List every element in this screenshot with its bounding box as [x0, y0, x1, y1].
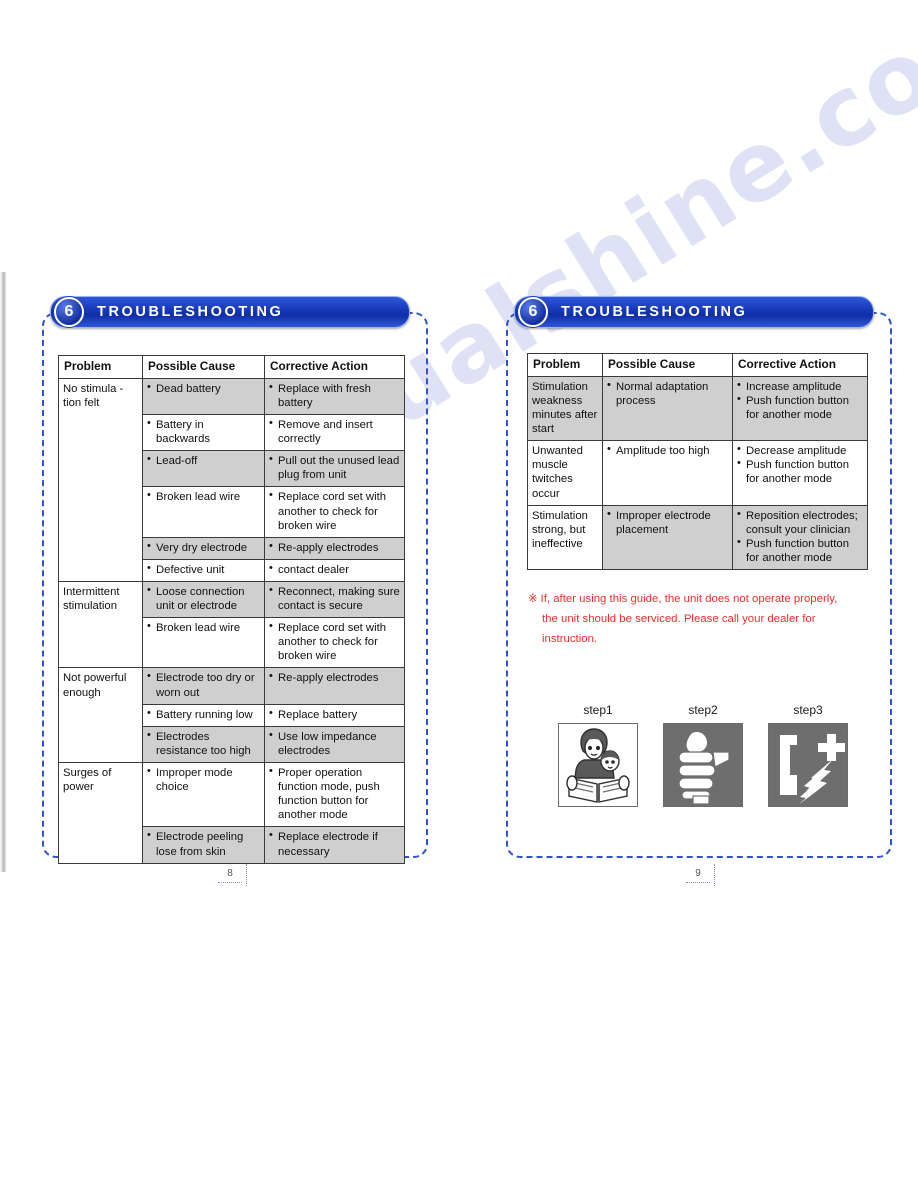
action-cell: Replace electrode if necessary [264, 826, 405, 864]
column-header-possible-cause: Possible Cause [142, 355, 265, 379]
page-number-value: 8 [227, 868, 233, 879]
action-cell: Remove and insert correctly [264, 413, 405, 452]
cause-cell: Loose connection unit or electrode [142, 580, 265, 619]
emergency-phone-icon [768, 723, 848, 807]
cause-cell: Dead battery [142, 377, 265, 415]
section-number-badge: 6 [518, 297, 548, 327]
section-title: TROUBLESHOOTING [97, 304, 284, 320]
section-number-badge: 6 [54, 297, 84, 327]
problem-cell: Not powerful enough [58, 667, 143, 764]
table-row: Intermittent stimulation Loose connectio… [58, 580, 405, 669]
column-header-corrective-action: Corrective Action [732, 353, 868, 377]
step-1-label: step1 [583, 703, 613, 717]
action-cell: Re-apply electrodes [264, 536, 405, 560]
section-title: TROUBLESHOOTING [561, 304, 748, 320]
page-number-right: 9 [686, 864, 715, 886]
cause-cell: Electrode too dry or worn out [142, 667, 265, 705]
problem-cell: Stimulation strong, but ineffective [527, 504, 603, 571]
cause-cell: Battery running low [142, 703, 265, 727]
cause-cell: Defective unit [142, 558, 265, 582]
right-section-banner: 6 TROUBLESHOOTING [514, 296, 874, 328]
action-cell: Replace with fresh battery [264, 377, 405, 415]
page-number-value: 9 [695, 868, 701, 879]
table-row: Stimulation weakness minutes after start… [527, 375, 868, 442]
note-line-3: instruction. [542, 632, 598, 645]
problem-cell: Unwanted muscle twitches occur [527, 440, 603, 506]
page-number-rule [714, 864, 715, 886]
action-cell: Reposition electrodes; consult your clin… [732, 504, 868, 571]
scan-edge-artifact [0, 272, 7, 872]
step-3-label: step3 [793, 703, 823, 717]
cause-cell: Normal adaptation process [602, 375, 733, 442]
hand-electrode-icon [663, 723, 743, 807]
table-row: Surges of power Improper mode choice Pro… [58, 762, 405, 864]
action-cell: contact dealer [264, 558, 405, 582]
reference-mark-icon: ※ [528, 593, 538, 605]
action-cell: Pull out the unused lead plug from unit [264, 450, 405, 488]
note-line-1: If, after using this guide, the unit doe… [540, 593, 838, 605]
left-section-banner: 6 TROUBLESHOOTING [50, 296, 410, 328]
cause-cell: Battery in backwards [142, 413, 265, 452]
action-cell: Re-apply electrodes [264, 667, 405, 705]
table-header-row: Problem Possible Cause Corrective Action [527, 353, 868, 377]
step-3: step3 [768, 703, 848, 807]
service-note: ※ If, after using this guide, the unit do… [528, 590, 873, 650]
step-1: step1 [558, 703, 638, 807]
problem-cell: No stimula - tion felt [58, 377, 143, 582]
step-2-label: step2 [688, 703, 718, 717]
column-header-problem: Problem [58, 355, 143, 379]
cause-cell: Electrode peeling lose from skin [142, 826, 265, 864]
problem-cell: Surges of power [58, 762, 143, 864]
note-line-2: the unit should be serviced. Please call… [542, 612, 816, 625]
page-number-rule [246, 864, 247, 886]
column-header-problem: Problem [527, 353, 603, 377]
column-header-corrective-action: Corrective Action [264, 355, 405, 379]
column-header-possible-cause: Possible Cause [602, 353, 733, 377]
table-row: Not powerful enough Electrode too dry or… [58, 667, 405, 764]
table-row: Unwanted muscle twitches occur Amplitude… [527, 440, 868, 506]
troubleshooting-table-right: Problem Possible Cause Corrective Action… [527, 353, 868, 571]
cause-cell: Broken lead wire [142, 617, 265, 669]
action-cell: Replace cord set with another to check f… [264, 617, 405, 669]
cause-cell: Amplitude too high [602, 440, 733, 506]
troubleshooting-table-left: Problem Possible Cause Corrective Action… [58, 355, 405, 864]
problem-cell: Intermittent stimulation [58, 580, 143, 669]
action-cell: Decrease amplitude Push function button … [732, 440, 868, 506]
table-row: Stimulation strong, but ineffective Impr… [527, 504, 868, 571]
action-cell: Use low impedance electrodes [264, 725, 405, 764]
cause-cell: Improper electrode placement [602, 504, 733, 571]
action-cell: Reconnect, making sure contact is secure [264, 580, 405, 619]
action-cell: Proper operation function mode, push fun… [264, 762, 405, 828]
cause-cell: Improper mode choice [142, 762, 265, 828]
steps-row: step1 step2 step3 [558, 703, 848, 807]
cause-cell: Broken lead wire [142, 486, 265, 538]
cause-cell: Very dry electrode [142, 536, 265, 560]
table-row: No stimula - tion felt Dead battery Repl… [58, 377, 405, 582]
action-cell: Increase amplitude Push function button … [732, 375, 868, 442]
table-header-row: Problem Possible Cause Corrective Action [58, 355, 405, 379]
step-2: step2 [663, 703, 743, 807]
action-cell: Replace cord set with another to check f… [264, 486, 405, 538]
page-number-left: 8 [218, 864, 247, 886]
read-manual-icon [558, 723, 638, 807]
cause-cell: Lead-off [142, 450, 265, 488]
action-cell: Replace battery [264, 703, 405, 727]
cause-cell: Electrodes resistance too high [142, 725, 265, 764]
problem-cell: Stimulation weakness minutes after start [527, 375, 603, 442]
